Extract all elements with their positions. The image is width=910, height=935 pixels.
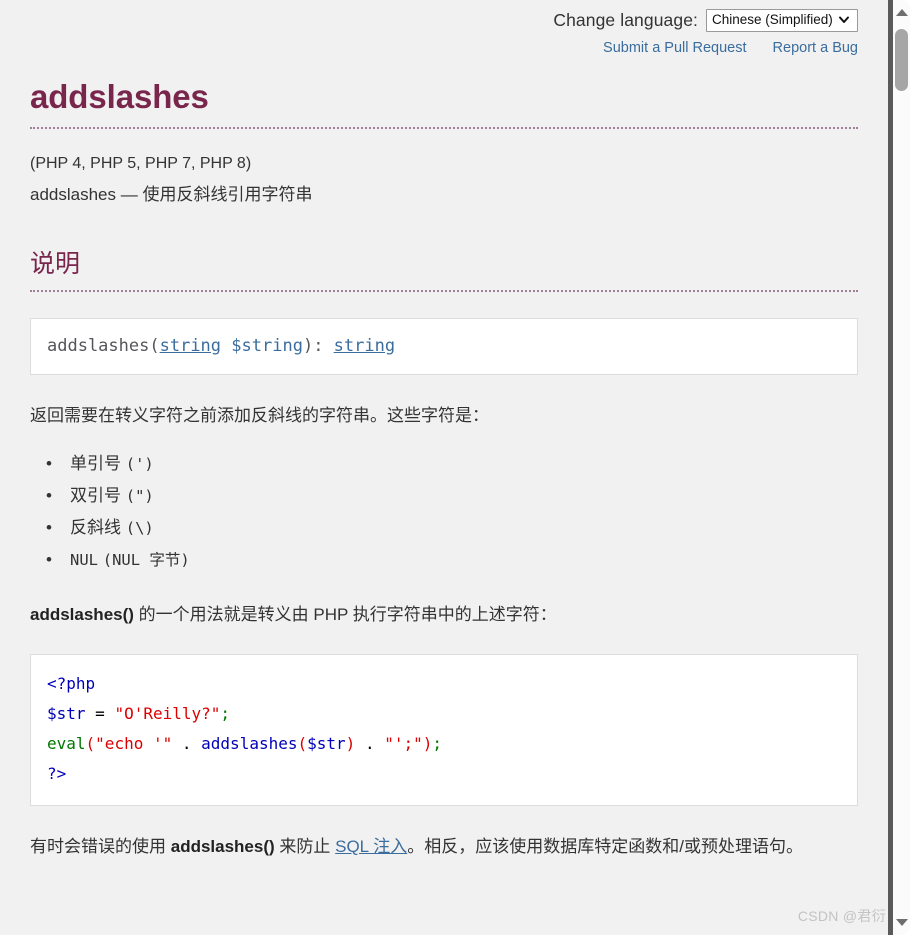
sql-injection-link[interactable]: SQL 注入 xyxy=(335,837,407,856)
scrollbar-thumb[interactable] xyxy=(895,29,908,91)
submit-pull-request-link[interactable]: Submit a Pull Request xyxy=(603,40,746,56)
scroll-down-arrow-icon[interactable] xyxy=(893,914,910,931)
usage-function-name: addslashes() xyxy=(30,605,134,624)
code-token: "echo '" xyxy=(95,734,173,753)
list-item: 双引号 (") xyxy=(46,480,858,512)
code-token: eval xyxy=(47,734,86,753)
list-item: 反斜线 (\) xyxy=(46,512,858,544)
code-token: "O'Reilly?" xyxy=(114,704,221,723)
list-item: 单引号 (') xyxy=(46,448,858,480)
synopsis-close-paren: ) xyxy=(302,336,314,356)
code-token: ?> xyxy=(47,764,67,783)
warning-text-pre: 有时会错误的使用 xyxy=(30,837,171,856)
header-links: Submit a Pull Request Report a Bug xyxy=(30,40,858,56)
escaped-character-list: 单引号 (') 双引号 (") 反斜线 (\) NUL (NUL 字节) xyxy=(30,448,858,576)
method-synopsis: addslashes(string $string): string xyxy=(30,318,858,375)
usage-text: 的一个用法就是转义由 PHP 执行字符串中的上述字符： xyxy=(133,605,557,624)
code-token: ) xyxy=(422,734,433,753)
php-manual-page: Change language: Chinese (Simplified) Su… xyxy=(0,0,910,935)
code-token: $str xyxy=(47,704,86,723)
synopsis-colon: : xyxy=(313,336,334,356)
list-item-code: (NUL 字节) xyxy=(102,551,190,569)
code-token: ; xyxy=(220,704,231,723)
language-select[interactable]: Chinese (Simplified) xyxy=(706,9,858,32)
code-token: addslashes xyxy=(201,734,298,753)
synopsis-param-name: $string xyxy=(231,336,303,356)
code-token: ( xyxy=(297,734,308,753)
warning-text-mid: 来防止 xyxy=(274,837,336,856)
code-token: . xyxy=(181,734,192,753)
report-bug-link[interactable]: Report a Bug xyxy=(773,40,858,56)
page-title: addslashes xyxy=(30,78,209,115)
list-item: NUL (NUL 字节) xyxy=(46,544,858,576)
function-purpose: addslashes — 使用反斜线引用字符串 xyxy=(30,185,313,204)
code-token: ( xyxy=(85,734,96,753)
code-example-content: <?php $str = "O'Reilly?"; eval("echo '" … xyxy=(47,674,442,783)
scroll-up-arrow-icon[interactable] xyxy=(893,4,910,21)
title-divider xyxy=(30,127,858,129)
list-item-code: (") xyxy=(125,487,154,505)
synopsis-return-type-link[interactable]: string xyxy=(334,336,395,356)
list-item-label: 单引号 xyxy=(70,454,121,473)
code-token: ; xyxy=(432,734,443,753)
description-intro: 返回需要在转义字符之前添加反斜线的字符串。这些字符是： xyxy=(30,406,489,425)
list-item-label: NUL xyxy=(70,551,98,569)
code-token: <?php xyxy=(47,674,96,693)
warning-function-name: addslashes() xyxy=(170,837,275,856)
synopsis-param-type-link[interactable]: string xyxy=(160,336,221,356)
php-versions: (PHP 4, PHP 5, PHP 7, PHP 8) xyxy=(30,155,252,172)
section-divider xyxy=(30,290,858,292)
code-token: $str xyxy=(307,734,346,753)
list-item-label: 反斜线 xyxy=(70,518,121,537)
code-token: "';" xyxy=(384,734,423,753)
warning-text-post: 。相反，应该使用数据库特定函数和/或预处理语句。 xyxy=(407,837,803,856)
change-language-row: Change language: Chinese (Simplified) xyxy=(30,9,858,32)
list-item-label: 双引号 xyxy=(70,486,121,505)
synopsis-open-paren: ( xyxy=(149,336,160,356)
list-item-code: (') xyxy=(125,455,154,473)
csdn-watermark: CSDN @君衍 xyxy=(797,908,886,924)
code-token: = xyxy=(95,704,105,723)
vertical-scrollbar[interactable] xyxy=(888,0,910,935)
change-language-label: Change language: xyxy=(553,10,698,30)
usage-paragraph: addslashes() 的一个用法就是转义由 PHP 执行字符串中的上述字符： xyxy=(30,600,858,630)
list-item-code: (\) xyxy=(125,519,154,537)
code-token: ) xyxy=(345,734,356,753)
language-bar: Change language: Chinese (Simplified) Su… xyxy=(30,0,858,56)
code-example-block: <?php $str = "O'Reilly?"; eval("echo '" … xyxy=(30,654,858,806)
synopsis-space xyxy=(221,336,231,356)
content-column: Change language: Chinese (Simplified) Su… xyxy=(0,0,888,935)
code-token: . xyxy=(364,734,375,753)
section-heading-description: 说明 xyxy=(30,250,81,278)
synopsis-function-name: addslashes xyxy=(47,336,150,356)
language-select-wrapper[interactable]: Chinese (Simplified) xyxy=(706,9,858,32)
warning-paragraph: 有时会错误的使用 addslashes() 来防止 SQL 注入。相反，应该使用… xyxy=(30,832,858,862)
